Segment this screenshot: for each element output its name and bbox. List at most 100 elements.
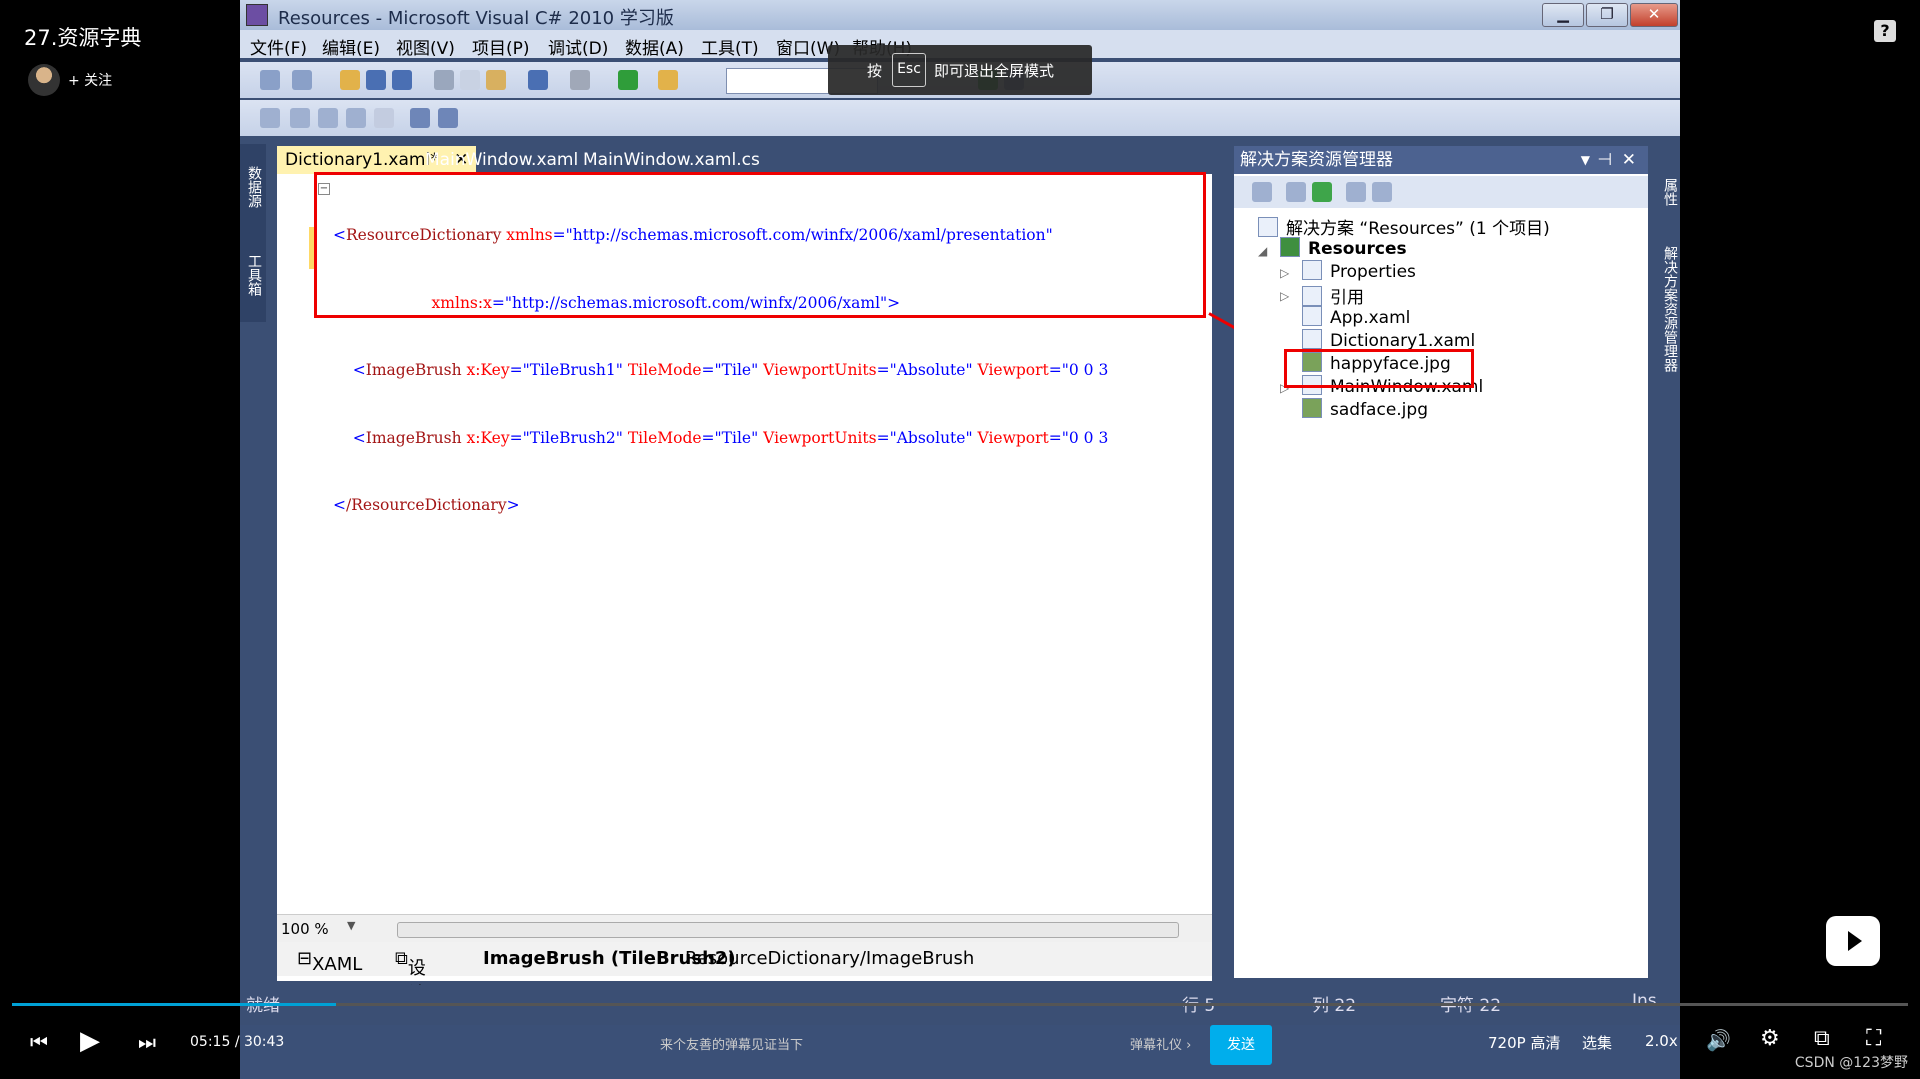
bilibili-play-icon[interactable] <box>1826 916 1880 966</box>
xaml-file-icon <box>1302 329 1322 349</box>
expand-arrow-icon[interactable]: ▷ <box>1280 289 1289 303</box>
menu-edit[interactable]: 编辑(E) <box>322 34 380 59</box>
ide-status-bar: 就绪 行 5 列 22 字符 22 Ins <box>240 985 1680 1016</box>
esc-key: Esc <box>892 53 926 87</box>
redo-icon[interactable] <box>570 70 590 90</box>
tree-item-properties[interactable]: Properties <box>1302 260 1416 282</box>
tab-mainwindow-cs[interactable]: MainWindow.xaml.cs <box>583 146 760 174</box>
view-designer-icon[interactable] <box>1372 182 1392 202</box>
volume-icon[interactable]: 🔊 <box>1706 1028 1731 1052</box>
layout-icon-3[interactable] <box>374 108 394 128</box>
settings-icon[interactable]: ⚙ <box>1760 1026 1780 1051</box>
save-all-icon[interactable] <box>392 70 412 90</box>
refresh-icon[interactable] <box>1312 182 1332 202</box>
solution-explorer-title: 解决方案资源管理器 <box>1240 150 1393 170</box>
vs-app-icon <box>246 4 268 26</box>
item-highlight-box <box>1284 349 1474 388</box>
expand-arrow-icon[interactable]: ▷ <box>1280 266 1289 280</box>
menu-tools[interactable]: 工具(T) <box>701 34 759 59</box>
layout-icon-2[interactable] <box>290 108 310 128</box>
danmu-input[interactable]: 来个友善的弹幕见证当下 <box>660 1034 803 1053</box>
send-danmu-button[interactable]: 发送 <box>1210 1025 1272 1065</box>
tree-solution[interactable]: 解决方案 “Resources” (1 个项目) <box>1258 214 1550 239</box>
minimize-button[interactable]: ▁ <box>1542 3 1584 27</box>
zoom-select[interactable]: 100 % <box>281 920 329 938</box>
fullscreen-exit-icon[interactable]: ⛶ <box>1866 1026 1881 1051</box>
paste-icon[interactable] <box>486 70 506 90</box>
danmu-etiquette-link[interactable]: 弹幕礼仪 › <box>1130 1034 1191 1053</box>
restore-button[interactable]: ❐ <box>1586 3 1628 27</box>
properties-tab[interactable]: 属性 <box>1660 178 1680 206</box>
esc-suffix: 即可退出全屏模式 <box>934 62 1055 80</box>
menu-file[interactable]: 文件(F) <box>250 34 307 59</box>
horizontal-scrollbar[interactable] <box>397 922 1179 938</box>
status-insert-mode: Ins <box>1632 991 1657 1011</box>
new-project-icon[interactable] <box>260 70 280 90</box>
show-all-files-icon[interactable] <box>1286 182 1306 202</box>
tab-design[interactable]: ⧉ 设计 <box>395 948 426 1005</box>
play-icon[interactable]: ▶ <box>80 1026 100 1056</box>
quality-selector[interactable]: 720P 高清 <box>1488 1032 1560 1053</box>
solution-explorer-tab[interactable]: 解决方案资源管理器 <box>1660 246 1680 372</box>
progress-bar[interactable] <box>12 1003 1908 1006</box>
prev-icon[interactable]: ⏮ <box>30 1030 48 1054</box>
view-tabs: ⊟ XAML ⧉ 设计 ImageBrush (TileBrush2) Reso… <box>277 942 1212 1005</box>
view-code-icon[interactable] <box>1346 182 1366 202</box>
episodes-button[interactable]: 选集 <box>1582 1032 1612 1053</box>
tab-xaml[interactable]: ⊟ XAML <box>297 948 362 975</box>
xaml-file-icon <box>1302 306 1322 326</box>
tree-item-sadface[interactable]: sadface.jpg <box>1302 398 1428 420</box>
collapse-arrow-icon[interactable]: ◢ <box>1258 244 1267 258</box>
breadcrumb-path[interactable]: ResourceDictionary/ImageBrush <box>685 948 974 969</box>
left-tool-strip: 数据源 工具箱 <box>240 144 266 322</box>
indent-icon[interactable] <box>410 108 430 128</box>
menu-project[interactable]: 项目(P) <box>472 34 530 59</box>
pip-icon[interactable]: ⧉ <box>1814 1026 1830 1051</box>
player-controls: ⏮ ▶ ⏭ 05:15 / 30:43 来个友善的弹幕见证当下 弹幕礼仪 › 7… <box>0 1012 1920 1079</box>
outdent-icon[interactable] <box>438 108 458 128</box>
image-file-icon <box>1302 398 1322 418</box>
data-sources-tab[interactable]: 数据源 <box>244 166 264 208</box>
undo-icon[interactable] <box>528 70 548 90</box>
save-icon[interactable] <box>366 70 386 90</box>
menu-debug[interactable]: 调试(D) <box>548 34 608 59</box>
uploader-avatar[interactable] <box>28 64 60 96</box>
tree-item-app-xaml[interactable]: App.xaml <box>1302 306 1410 328</box>
help-icon[interactable]: ? <box>1874 20 1896 42</box>
speed-button[interactable]: 2.0x <box>1645 1032 1678 1050</box>
tab-mainwindow-xaml[interactable]: MainWindow.xaml <box>425 146 578 174</box>
code-highlight-box <box>314 172 1206 318</box>
close-panel-icon[interactable]: ✕ <box>1622 146 1636 174</box>
layout-icon-1[interactable] <box>260 108 280 128</box>
solution-explorer-header: 解决方案资源管理器 ✕ ⊣ ▼ <box>1234 146 1648 174</box>
zoom-dropdown-icon[interactable]: ▼ <box>347 919 355 932</box>
fullscreen-esc-tip: 按 Esc 即可退出全屏模式 <box>828 45 1092 95</box>
next-icon[interactable]: ⏭ <box>138 1030 156 1054</box>
tree-project[interactable]: Resources <box>1280 237 1407 259</box>
add-item-icon[interactable] <box>292 70 312 90</box>
cut-icon[interactable] <box>434 70 454 90</box>
panel-menu-icon[interactable]: ▼ <box>1581 146 1590 174</box>
pointer-icon[interactable] <box>318 108 338 128</box>
ide-window-title: Resources - Microsoft Visual C# 2010 学习版 <box>278 8 674 29</box>
editor-bottom-bar: 100 % ▼ <box>277 914 1212 943</box>
tree-item-dictionary1[interactable]: Dictionary1.xaml <box>1302 329 1475 351</box>
solution-explorer <box>1234 148 1648 978</box>
find-in-files-icon[interactable] <box>658 70 678 90</box>
properties-icon[interactable] <box>1252 182 1272 202</box>
video-title: 27.资源字典 <box>24 26 142 50</box>
close-button[interactable]: ✕ <box>1630 3 1678 27</box>
document-tabs: Dictionary1.xaml* ✕ MainWindow.xaml Main… <box>277 146 1212 174</box>
follow-button[interactable]: + 关注 <box>68 70 112 90</box>
font-icon[interactable] <box>346 108 366 128</box>
tab-dictionary1-label: Dictionary1.xaml* <box>285 150 439 170</box>
start-debug-icon[interactable] <box>618 70 638 90</box>
pin-icon[interactable]: ⊣ <box>1597 146 1612 174</box>
toolbox-tab[interactable]: 工具箱 <box>244 254 264 296</box>
menu-view[interactable]: 视图(V) <box>396 34 455 59</box>
open-icon[interactable] <box>340 70 360 90</box>
tree-item-references[interactable]: 引用 <box>1302 283 1364 308</box>
copy-icon[interactable] <box>460 70 480 90</box>
video-frame[interactable]: Resources - Microsoft Visual C# 2010 学习版… <box>240 0 1680 1079</box>
menu-data[interactable]: 数据(A) <box>625 34 684 59</box>
